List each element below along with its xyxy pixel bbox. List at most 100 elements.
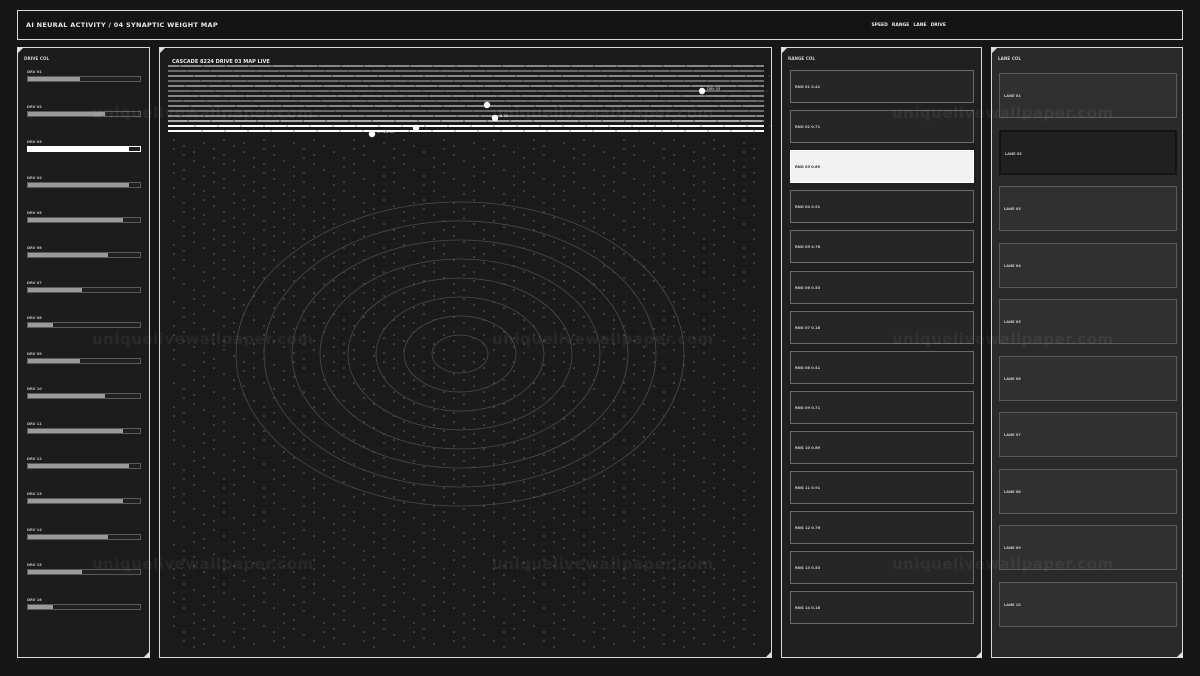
signal-tick bbox=[412, 100, 414, 102]
lane-item[interactable]: LANE 07 bbox=[999, 412, 1177, 457]
synapse-dot bbox=[483, 358, 485, 360]
synapse-dot bbox=[413, 541, 415, 543]
synapse-dot bbox=[173, 616, 175, 618]
drive-item[interactable]: DRV 12 bbox=[27, 457, 141, 470]
synapse-dot bbox=[543, 535, 545, 537]
range-item[interactable]: RNG 04 0.91 bbox=[790, 190, 974, 224]
synapse-dot bbox=[203, 361, 205, 363]
synapse-dot bbox=[533, 544, 535, 546]
lane-item[interactable]: LANE 01 bbox=[999, 73, 1177, 118]
lane-panel: LANE COL LANE 01 LANE 02 LANE 03 LANE 04 LAN… bbox=[991, 47, 1183, 658]
lane-item-label: LANE 01 bbox=[1004, 94, 1021, 98]
synapse-dot bbox=[453, 550, 455, 552]
signal-tick bbox=[355, 125, 357, 127]
synapse-dot bbox=[203, 514, 205, 516]
drive-item[interactable]: DRV 08 bbox=[27, 316, 141, 329]
synapse-dot bbox=[383, 304, 385, 306]
synapse-dot bbox=[503, 460, 505, 462]
signal-tick bbox=[738, 70, 740, 72]
synapse-dot bbox=[673, 325, 675, 327]
drive-item[interactable]: DRV 15 bbox=[27, 563, 141, 575]
range-item[interactable]: RNG 11 0.91 bbox=[790, 471, 974, 504]
range-item[interactable]: RNG 13 0.53 bbox=[790, 551, 974, 585]
signal-tick bbox=[288, 110, 290, 112]
lane-item[interactable]: LANE 02 bbox=[999, 129, 1177, 175]
drive-item[interactable]: DRV 13 bbox=[27, 492, 141, 505]
drive-item[interactable]: DRV 01 bbox=[27, 70, 141, 82]
synaptic-map-canvas[interactable]: DRV 038.33SPEED 04 bbox=[160, 48, 772, 658]
range-item[interactable]: RNG 05 0.76 bbox=[790, 230, 974, 264]
synapse-dot bbox=[283, 403, 285, 405]
synapse-dot bbox=[233, 202, 235, 204]
drive-item[interactable]: DRV 02 bbox=[27, 105, 141, 118]
synapse-dot bbox=[503, 622, 505, 624]
drive-item[interactable]: DRV 07 bbox=[27, 281, 141, 294]
range-item[interactable]: RNG 14 0.18 bbox=[790, 591, 974, 625]
nav-lane[interactable]: LANE bbox=[913, 23, 926, 28]
synapse-dot bbox=[343, 352, 345, 354]
synapse-dot bbox=[683, 460, 685, 462]
signal-tick bbox=[748, 110, 750, 112]
signal-node-label: DRV 03 bbox=[707, 87, 720, 91]
range-item[interactable]: RNG 06 0.53 bbox=[790, 270, 974, 304]
synapse-dot bbox=[663, 505, 665, 507]
synapse-dot bbox=[223, 568, 225, 570]
synapse-dot bbox=[263, 172, 265, 174]
signal-tick bbox=[408, 130, 410, 132]
synapse-dot bbox=[393, 529, 395, 531]
lane-item[interactable]: LANE 05 bbox=[999, 299, 1177, 344]
lane-item[interactable]: LANE 04 bbox=[999, 242, 1177, 288]
synapse-dot bbox=[423, 523, 425, 525]
range-item[interactable]: RNG 07 0.18 bbox=[790, 310, 974, 344]
range-item[interactable]: RNG 10 0.89 bbox=[790, 430, 974, 464]
range-item[interactable]: RNG 03 0.89 bbox=[790, 150, 974, 184]
range-item[interactable]: RNG 09 0.71 bbox=[790, 390, 974, 424]
synapse-dot bbox=[563, 490, 565, 492]
nav-drive[interactable]: DRIVE bbox=[931, 23, 946, 28]
synapse-dot bbox=[633, 478, 635, 480]
synapse-dot bbox=[293, 466, 295, 468]
signal-node-label: 8.33 bbox=[500, 114, 508, 118]
drive-item[interactable]: DRV 05 bbox=[27, 211, 141, 223]
synapse-dot bbox=[493, 163, 495, 165]
synapse-dot bbox=[413, 550, 415, 552]
drive-item[interactable]: DRV 03 bbox=[27, 140, 141, 153]
range-item[interactable]: RNG 12 0.76 bbox=[790, 511, 974, 545]
synapse-dot bbox=[703, 457, 705, 459]
drive-item[interactable]: DRV 10 bbox=[27, 387, 141, 399]
synapse-dot bbox=[333, 451, 335, 453]
synapse-dot bbox=[713, 487, 715, 489]
synapse-dot bbox=[473, 190, 475, 192]
range-item[interactable]: RNG 01 0.41 bbox=[790, 70, 974, 103]
lane-item[interactable]: LANE 10 bbox=[999, 581, 1177, 627]
synapse-dot bbox=[203, 223, 205, 225]
lane-item[interactable]: LANE 09 bbox=[999, 525, 1177, 570]
nav-speed[interactable]: SPEED bbox=[871, 23, 887, 28]
drive-item[interactable]: DRV 09 bbox=[27, 352, 141, 364]
synapse-dot bbox=[253, 538, 255, 540]
synapse-dot bbox=[703, 190, 705, 192]
synapse-dot bbox=[683, 331, 685, 333]
nav-range[interactable]: RANGE bbox=[892, 23, 909, 28]
range-item[interactable]: RNG 08 0.41 bbox=[790, 350, 974, 384]
lane-item[interactable]: LANE 06 bbox=[999, 355, 1177, 401]
synapse-dot bbox=[283, 541, 285, 543]
synapse-dot bbox=[503, 646, 505, 648]
synapse-dot bbox=[253, 205, 255, 207]
drive-item[interactable]: DRV 14 bbox=[27, 528, 141, 540]
synapse-dot bbox=[383, 442, 385, 444]
synapse-dot bbox=[203, 523, 205, 525]
drive-item[interactable]: DRV 04 bbox=[27, 176, 141, 188]
range-item[interactable]: RNG 02 0.71 bbox=[790, 110, 974, 144]
drive-item[interactable]: DRV 06 bbox=[27, 246, 141, 258]
synapse-dot bbox=[213, 472, 215, 474]
synapse-dot bbox=[483, 367, 485, 369]
synapse-dot bbox=[423, 265, 425, 267]
synapse-dot bbox=[483, 439, 485, 441]
lane-item[interactable]: LANE 08 bbox=[999, 468, 1177, 514]
synapse-dot bbox=[563, 619, 565, 621]
drive-item[interactable]: DRV 11 bbox=[27, 422, 141, 434]
drive-item[interactable]: DRV 16 bbox=[27, 598, 141, 610]
lane-item[interactable]: LANE 03 bbox=[999, 186, 1177, 231]
synapse-dot bbox=[643, 289, 645, 291]
